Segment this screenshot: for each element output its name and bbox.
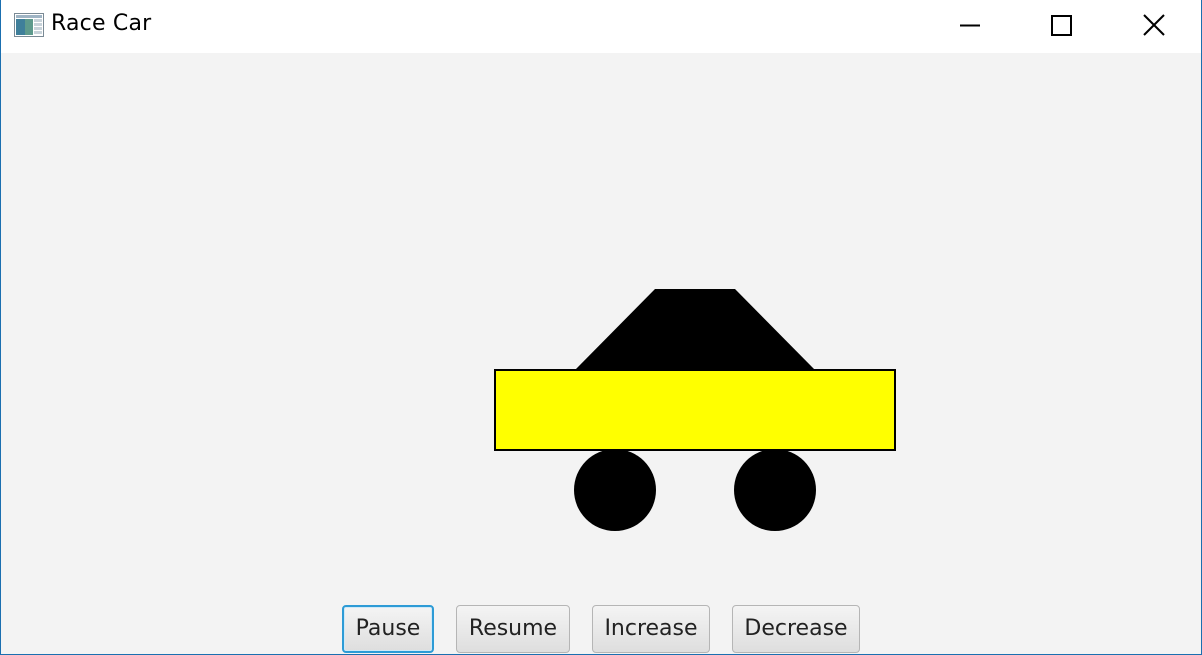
race-car — [494, 289, 896, 531]
close-button[interactable] — [1107, 0, 1199, 53]
window-title: Race Car — [51, 11, 152, 36]
car-roof — [575, 289, 815, 370]
increase-button[interactable]: Increase — [592, 605, 710, 653]
maximize-button[interactable] — [1015, 0, 1107, 53]
minimize-button[interactable] — [923, 0, 1015, 53]
close-icon — [1143, 14, 1165, 36]
title-bar[interactable]: Race Car — [1, 0, 1201, 53]
pause-button[interactable]: Pause — [342, 605, 434, 653]
maximize-icon — [1051, 15, 1072, 36]
app-icon — [14, 13, 44, 37]
car-wheel-right — [734, 449, 816, 531]
resume-button[interactable]: Resume — [456, 605, 570, 653]
car-wheel-left — [574, 449, 656, 531]
minimize-icon — [960, 24, 980, 27]
decrease-button[interactable]: Decrease — [732, 605, 860, 653]
car-body — [494, 369, 896, 451]
app-window: Race Car Pause Resume Increase Decrease — [0, 0, 1202, 655]
race-canvas — [1, 53, 1201, 593]
